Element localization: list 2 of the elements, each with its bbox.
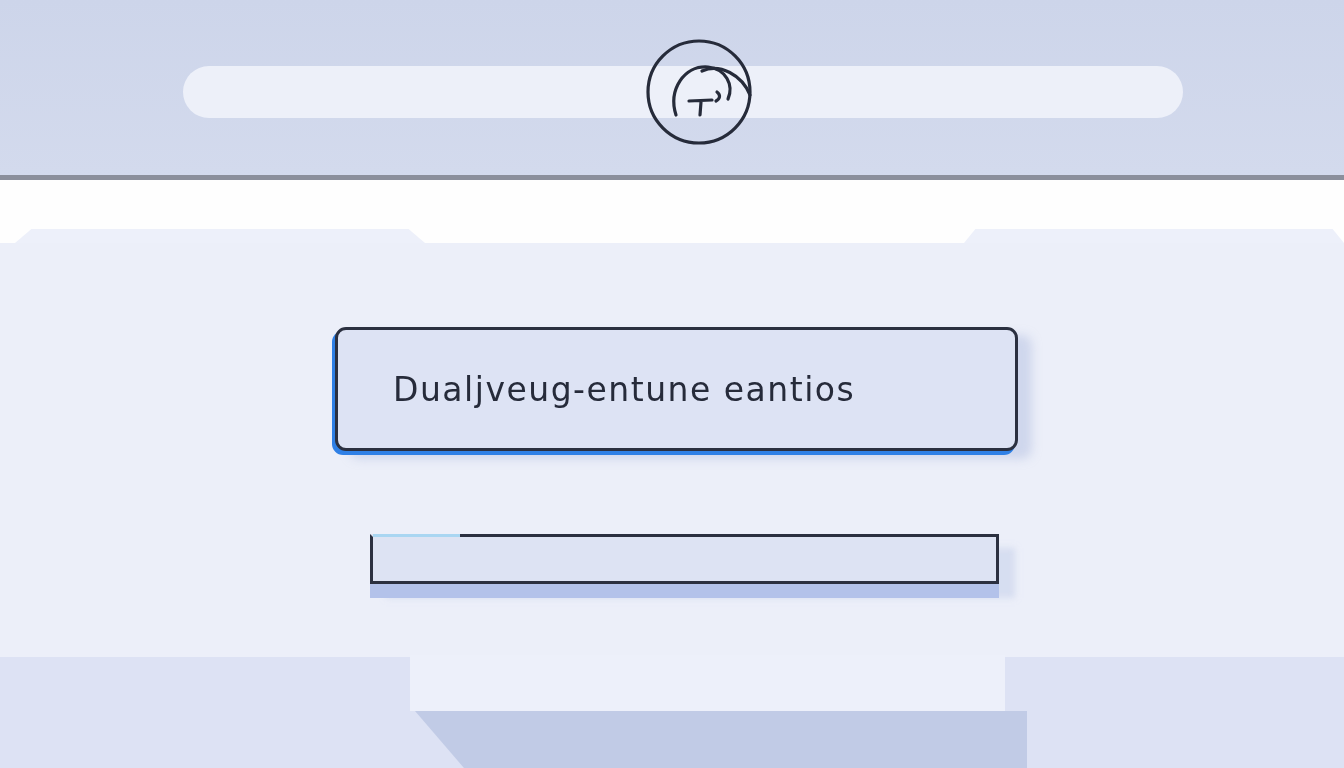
input-value: Dualjveug-entune eantios <box>393 369 856 409</box>
search-field[interactable] <box>183 66 1183 118</box>
